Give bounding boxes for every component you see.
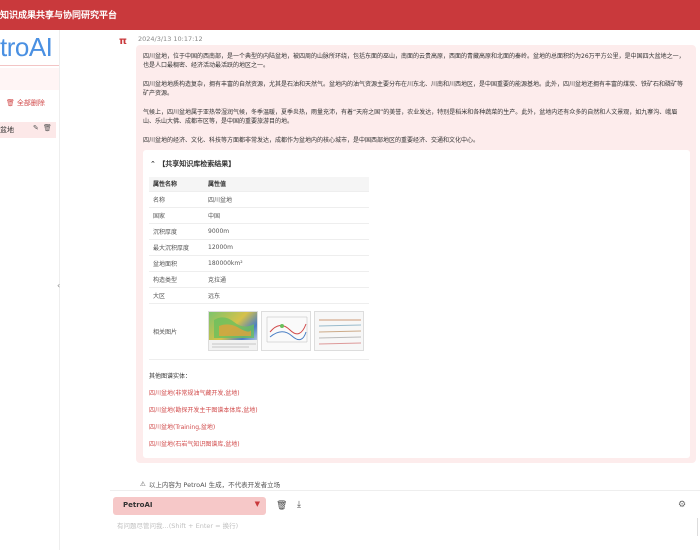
message-paragraph: 四川盆地，位于中国的西南部，是一个典型的内陆盆地，被四周的山脉所环绕，包括东面的…: [143, 53, 685, 69]
entity-link[interactable]: 四川盆地(非常规油气藏开发,盆地): [149, 388, 240, 397]
disclaimer-text: 以上内容为 PetroAI 生成，不代表开发者立场: [148, 481, 281, 489]
section-thumbnail-icon: [318, 319, 362, 345]
warning-icon: ⚠: [140, 480, 146, 488]
app-logo: troAI: [0, 32, 53, 62]
property-value: 远东: [204, 287, 369, 304]
collapse-sidebar-icon[interactable]: ‹: [57, 281, 60, 290]
clear-chat-icon[interactable]: 🗑: [276, 501, 287, 511]
property-name: 沉积厚度: [149, 223, 204, 240]
chevron-down-icon: ▼: [254, 500, 260, 508]
sidebar-item-conversation[interactable]: 盆地 ✎ 🗑: [0, 122, 56, 138]
property-name: 盆地面积: [149, 255, 204, 272]
property-name: 相关图片: [149, 303, 204, 360]
table-row: 国家 中国: [149, 207, 369, 224]
property-value: 克拉通: [204, 271, 369, 288]
knowledge-header-label: 【共享知识库检索结果】: [158, 160, 236, 168]
table-row: 名称 四川盆地: [149, 191, 369, 208]
table-row: 大区 远东: [149, 287, 369, 304]
related-image-section[interactable]: [314, 311, 364, 351]
input-scrollbar: [690, 518, 698, 536]
delete-icon[interactable]: 🗑: [43, 124, 52, 132]
model-select[interactable]: PetroAI ▼: [113, 497, 266, 515]
message-paragraph: 四川盆地地质构造复杂，拥有丰富的自然资源，尤其是石油和天然气。盆地内的油气资源主…: [143, 81, 684, 97]
property-name: 名称: [149, 191, 204, 208]
input-divider: [110, 490, 700, 491]
table-header-row: 属性名称 属性值: [149, 177, 369, 192]
top-bar: 知识成果共享与协同研究平台: [0, 0, 700, 30]
sidebar-divider: [0, 65, 59, 66]
conversation-label: 盆地: [0, 126, 14, 134]
disclaimer: ⚠ 以上内容为 PetroAI 生成，不代表开发者立场: [140, 479, 280, 489]
edit-icon[interactable]: ✎: [33, 124, 39, 132]
delete-all-label: 全部删除: [16, 99, 45, 107]
app-title: 知识成果共享与协同研究平台: [0, 11, 118, 21]
message-timestamp: 2024/3/13 10:17:12: [138, 35, 203, 43]
sidebar: troAI 🗑 全部删除 盆地 ✎ 🗑: [0, 30, 60, 550]
gear-icon[interactable]: ⚙: [678, 500, 686, 510]
column-header: 属性名称: [149, 177, 204, 192]
new-chat-button[interactable]: [0, 68, 59, 90]
related-image-diagram[interactable]: [261, 311, 311, 351]
property-value: 9000m: [204, 223, 369, 240]
related-image-map[interactable]: [208, 311, 258, 351]
property-value: 180000km²: [204, 255, 369, 272]
other-entities-title: 其他图谱实体：: [149, 373, 192, 380]
property-name: 构造类型: [149, 271, 204, 288]
delete-all-button[interactable]: 🗑 全部删除: [6, 98, 45, 108]
property-value: 12000m: [204, 239, 369, 256]
entity-link[interactable]: 四川盆地(Training,盆地): [149, 422, 215, 431]
message-input[interactable]: [113, 518, 698, 546]
column-header: 属性值: [204, 177, 369, 192]
property-name: 最大沉积厚度: [149, 239, 204, 256]
download-icon[interactable]: ⤓: [297, 500, 301, 510]
knowledge-header[interactable]: ⌃ 【共享知识库检索结果】: [150, 159, 235, 169]
trash-icon: 🗑: [6, 99, 15, 107]
entity-link[interactable]: 四川盆地(石岩气知识图谱库,盆地): [149, 439, 240, 448]
property-value: 四川盆地: [204, 191, 369, 208]
model-select-value: PetroAI: [123, 501, 153, 509]
table-row: 沉积厚度 9000m: [149, 223, 369, 240]
property-name: 大区: [149, 287, 204, 304]
diagram-thumbnail-icon: [266, 316, 308, 343]
table-row: 盆地面积 180000km²: [149, 255, 369, 272]
property-name: 国家: [149, 207, 204, 224]
entity-link[interactable]: 四川盆地(勘探开发主干图谱本体库,盆地): [149, 405, 258, 414]
table-row: 最大沉积厚度 12000m: [149, 239, 369, 256]
message-paragraph: 气候上，四川盆地属于亚热带湿润气候，冬季温暖，夏季炎热，雨量充沛，有着“天府之国…: [143, 109, 678, 125]
message-paragraph: 四川盆地的经济、文化、科技等方面都非常发达，成都作为盆地内的核心城市，是中国西部…: [143, 137, 480, 144]
map-thumbnail-icon: [209, 317, 257, 350]
property-value: 中国: [204, 207, 369, 224]
table-row: 构造类型 克拉通: [149, 271, 369, 288]
assistant-avatar: π: [119, 36, 127, 47]
collapse-caret-icon: ⌃: [150, 160, 156, 168]
